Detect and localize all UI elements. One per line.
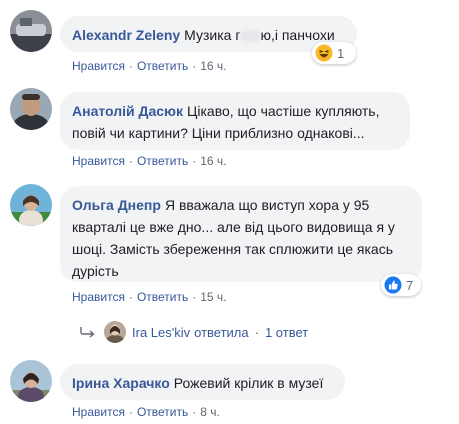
reply-avatar <box>104 321 126 343</box>
comment-author[interactable]: Ольга Днепр <box>72 197 161 213</box>
reply-count[interactable]: 1 ответ <box>265 325 308 340</box>
avatar[interactable] <box>10 10 52 52</box>
avatar-photo-icon <box>10 360 52 402</box>
comment-bubble: Ірина Харачко Рожевий крілик в музеї <box>60 364 345 400</box>
comment-actions: Нравится · Ответить · 8 ч. <box>72 404 220 420</box>
comment-author[interactable]: Анатолій Дасюк <box>72 103 183 119</box>
reply-link[interactable]: Ответить <box>137 290 188 304</box>
avatar-photo-icon <box>10 184 52 226</box>
avatar[interactable] <box>10 88 52 130</box>
separator-dot: · <box>192 290 197 304</box>
separator-dot: · <box>128 59 133 73</box>
separator-dot: · <box>192 154 197 168</box>
comment-author[interactable]: Alexandr Zeleny <box>72 27 180 43</box>
comment-text: Рожевий крілик в музеї <box>173 375 324 391</box>
haha-emoji-icon <box>315 44 333 62</box>
comment-text: Музика г <box>184 27 241 43</box>
reaction-badge[interactable]: 1 <box>312 42 356 64</box>
avatar-photo-icon <box>10 88 52 130</box>
avatar[interactable] <box>10 360 52 402</box>
avatar[interactable] <box>10 184 52 226</box>
like-link[interactable]: Нравится <box>72 405 125 419</box>
reply-link[interactable]: Ответить <box>137 405 188 419</box>
reply-author[interactable]: Ira Les'kiv <box>132 325 190 340</box>
reply-arrow-icon <box>80 327 95 338</box>
reaction-count: 1 <box>337 45 345 61</box>
timestamp[interactable]: 8 ч. <box>200 405 220 419</box>
comment-bubble: Ольга Днепр Я вважала що виступ хора у 95… <box>60 186 422 282</box>
separator-dot: · <box>192 405 197 419</box>
like-link[interactable]: Нравится <box>72 290 125 304</box>
reply-link[interactable]: Ответить <box>137 59 188 73</box>
avatar-photo-icon <box>104 321 126 343</box>
like-link[interactable]: Нравится <box>72 154 125 168</box>
comment-actions: Нравится · Ответить · 15 ч. <box>72 289 227 305</box>
reaction-badge[interactable]: 7 <box>381 274 421 296</box>
separator-dot: · <box>192 59 197 73</box>
redacted-text <box>240 30 261 43</box>
reply-verb: ответила <box>194 324 249 340</box>
reaction-count: 7 <box>406 277 414 293</box>
like-link[interactable]: Нравится <box>72 59 125 73</box>
view-replies-link[interactable]: Ira Les'kiv ответила · 1 ответ <box>80 320 308 344</box>
comment-actions: Нравится · Ответить · 16 ч. <box>72 153 227 169</box>
reply-link[interactable]: Ответить <box>137 154 188 168</box>
comment-actions: Нравится · Ответить · 16 ч. <box>72 58 227 74</box>
separator-dot: · <box>128 154 133 168</box>
timestamp[interactable]: 16 ч. <box>200 59 226 73</box>
comment-text-rest: ю,і панчохи <box>260 27 335 43</box>
separator-dot: · <box>254 324 259 340</box>
avatar-photo-icon <box>10 10 52 52</box>
separator-dot: · <box>128 290 133 304</box>
comment-author[interactable]: Ірина Харачко <box>72 375 170 391</box>
timestamp[interactable]: 15 ч. <box>200 290 226 304</box>
timestamp[interactable]: 16 ч. <box>200 154 226 168</box>
separator-dot: · <box>128 405 133 419</box>
like-thumb-icon <box>384 276 402 294</box>
comment-bubble: Анатолій Дасюк Цікаво, що частіше купляют… <box>60 92 410 150</box>
